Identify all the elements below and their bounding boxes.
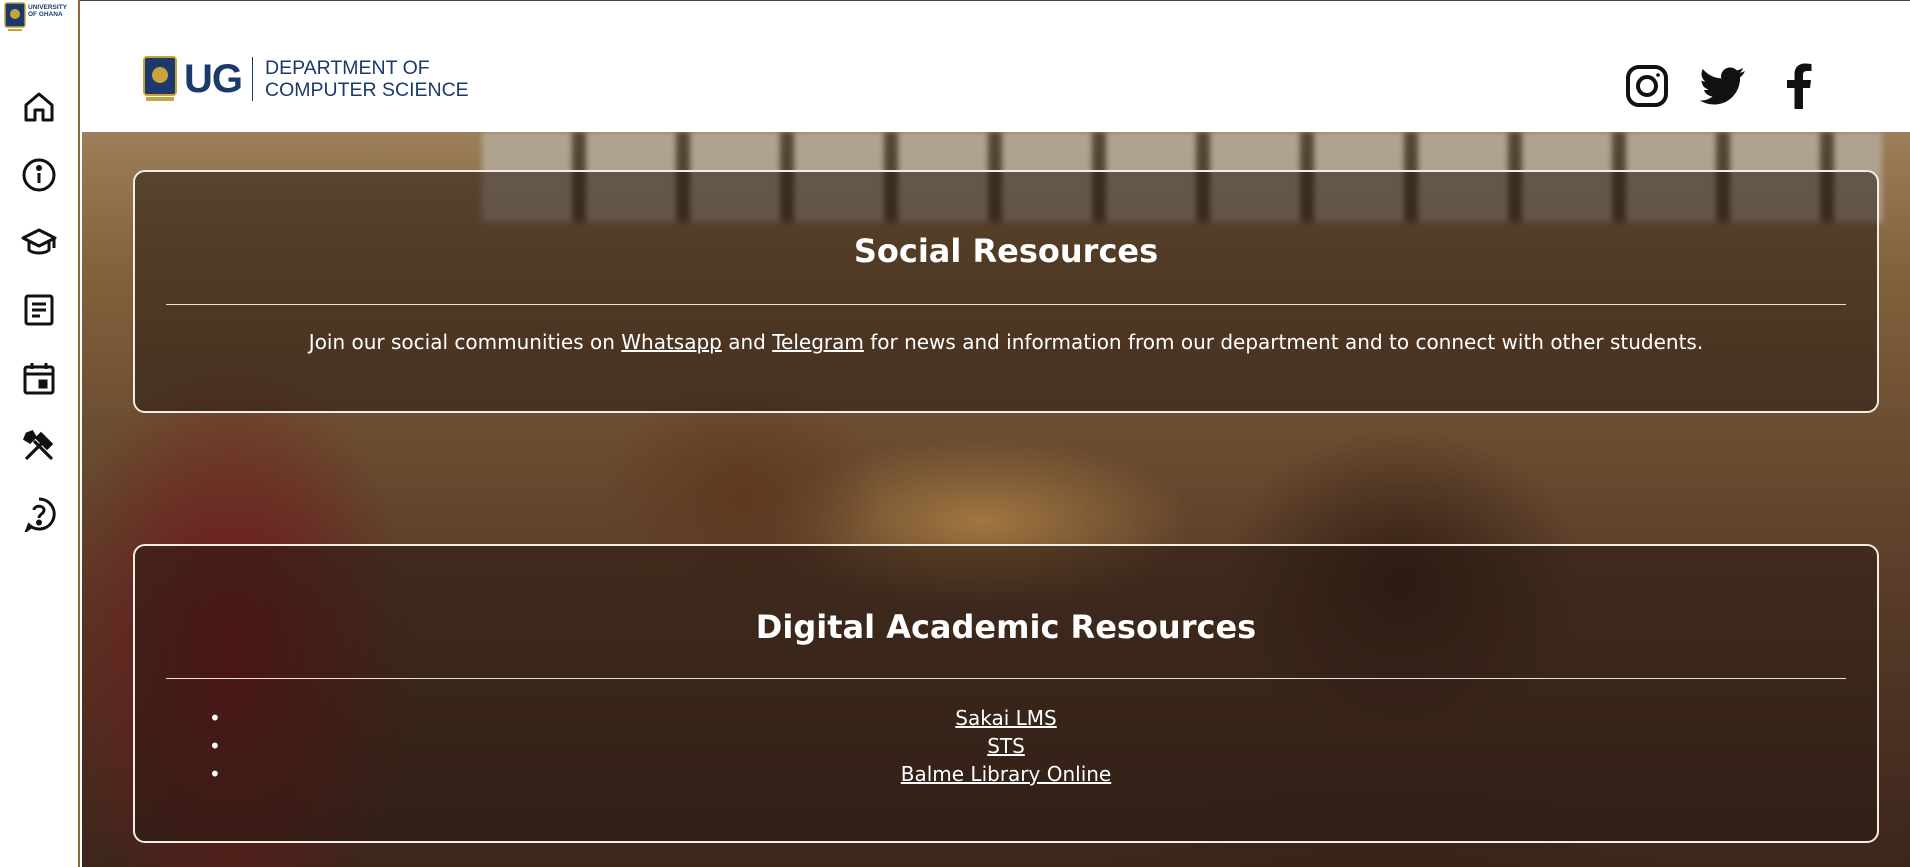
graduation-cap-icon[interactable] [19, 222, 59, 262]
sidebar: UNIVERSITY OF GHANA [0, 0, 80, 867]
ug-wordmark: UG [184, 56, 243, 101]
whatsapp-link[interactable]: Whatsapp [621, 330, 722, 354]
university-logo[interactable]: UNIVERSITY OF GHANA [4, 2, 78, 36]
tools-icon[interactable] [19, 426, 59, 466]
home-icon[interactable] [19, 87, 59, 127]
bullet-icon: • [209, 762, 221, 786]
bullet-icon: • [209, 734, 221, 758]
balme-library-link[interactable]: Balme Library Online [901, 762, 1111, 786]
social-links [1624, 63, 1822, 109]
ug-crest-icon [4, 2, 26, 31]
list-item: • STS [135, 732, 1877, 760]
list-item: • Balme Library Online [135, 760, 1877, 788]
twitter-icon[interactable] [1700, 63, 1746, 109]
department-name: DEPARTMENT OF COMPUTER SCIENCE [265, 57, 469, 101]
article-icon[interactable] [19, 290, 59, 330]
facebook-icon[interactable] [1776, 63, 1822, 109]
university-logo-text: UNIVERSITY OF GHANA [28, 4, 68, 18]
header: UG DEPARTMENT OF COMPUTER SCIENCE [80, 0, 1910, 132]
list-item: • Sakai LMS [135, 704, 1877, 732]
digital-academic-resources-title: Digital Academic Resources [755, 608, 1257, 646]
card-divider [166, 678, 1846, 679]
academic-resources-list: • Sakai LMS • STS • Balme Library Online [135, 704, 1877, 788]
department-brand[interactable]: UG DEPARTMENT OF COMPUTER SCIENCE [142, 54, 469, 104]
help-icon[interactable] [19, 494, 59, 534]
telegram-link[interactable]: Telegram [772, 330, 864, 354]
sts-link[interactable]: STS [987, 734, 1025, 758]
social-resources-text: Join our social communities on Whatsapp … [308, 330, 1704, 354]
social-resources-card: Social Resources Join our social communi… [133, 170, 1879, 413]
sakai-lms-link[interactable]: Sakai LMS [955, 706, 1056, 730]
bullet-icon: • [209, 706, 221, 730]
digital-academic-resources-card: Digital Academic Resources • Sakai LMS • S… [133, 544, 1879, 843]
card-divider [166, 304, 1846, 305]
info-icon[interactable] [19, 155, 59, 195]
social-resources-title: Social Resources [853, 232, 1159, 270]
instagram-icon[interactable] [1624, 63, 1670, 109]
calendar-icon[interactable] [19, 358, 59, 398]
brand-divider [252, 57, 253, 101]
ug-crest-icon [143, 56, 177, 101]
